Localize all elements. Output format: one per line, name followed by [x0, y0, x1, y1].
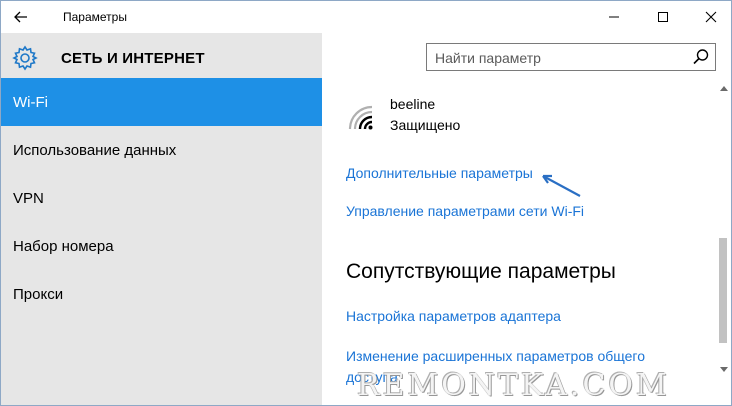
title-bar: Параметры	[1, 1, 731, 33]
sidebar: СЕТЬ И ИНТЕРНЕТ Wi-Fi Использование данн…	[1, 33, 322, 405]
manage-wifi-link[interactable]: Управление параметрами сети Wi-Fi	[346, 201, 584, 222]
search-box[interactable]	[426, 43, 716, 72]
sidebar-item-vpn[interactable]: VPN	[1, 174, 322, 222]
page-title: СЕТЬ И ИНТЕРНЕТ	[61, 50, 205, 67]
scroll-up-button[interactable]	[717, 81, 731, 95]
sidebar-item-label: Прокси	[13, 285, 64, 303]
sidebar-item-label: VPN	[13, 189, 44, 207]
related-settings-heading: Сопутствующие параметры	[346, 260, 616, 283]
sidebar-item-proxy[interactable]: Прокси	[1, 270, 322, 318]
sidebar-item-data-usage[interactable]: Использование данных	[1, 126, 322, 174]
settings-window: Параметры СЕТЬ И ИНТЕРНЕТ Wi-Fi Использо…	[0, 0, 732, 406]
scroll-down-button[interactable]	[717, 363, 731, 377]
scroll-thumb[interactable]	[719, 238, 727, 343]
minimize-button[interactable]	[591, 1, 637, 33]
maximize-button[interactable]	[640, 1, 686, 33]
sidebar-item-dial-up[interactable]: Набор номера	[1, 222, 322, 270]
network-status: Защищено	[390, 117, 461, 133]
chevron-down-icon	[720, 367, 728, 372]
sidebar-item-label: Набор номера	[13, 237, 114, 255]
close-icon	[705, 11, 717, 23]
search-icon[interactable]	[691, 47, 711, 67]
chevron-up-icon	[720, 86, 728, 91]
back-arrow-icon	[14, 11, 27, 23]
sidebar-item-label: Wi-Fi	[13, 93, 48, 111]
window-title: Параметры	[63, 10, 127, 24]
section-header: СЕТЬ И ИНТЕРНЕТ	[1, 41, 322, 75]
annotation-arrow-icon	[542, 174, 581, 197]
sidebar-nav: Wi-Fi Использование данных VPN Набор ном…	[1, 78, 322, 318]
close-button[interactable]	[688, 1, 731, 33]
wifi-signal-icon	[348, 105, 373, 130]
main-content: beeline Защищено Дополнительные параметр…	[322, 73, 717, 405]
vertical-scrollbar[interactable]	[717, 73, 731, 405]
adapter-options-link[interactable]: Настройка параметров адаптера	[346, 306, 561, 327]
gear-icon	[12, 45, 38, 71]
watermark: REMONTKA.COM	[357, 368, 670, 403]
advanced-options-link[interactable]: Дополнительные параметры	[346, 163, 533, 184]
search-input[interactable]	[427, 44, 687, 72]
sidebar-item-label: Использование данных	[13, 141, 177, 159]
minimize-icon	[609, 16, 619, 18]
back-button[interactable]	[9, 5, 33, 29]
sidebar-item-wifi[interactable]: Wi-Fi	[1, 78, 322, 126]
network-name: beeline	[390, 96, 436, 112]
maximize-icon	[658, 12, 668, 22]
